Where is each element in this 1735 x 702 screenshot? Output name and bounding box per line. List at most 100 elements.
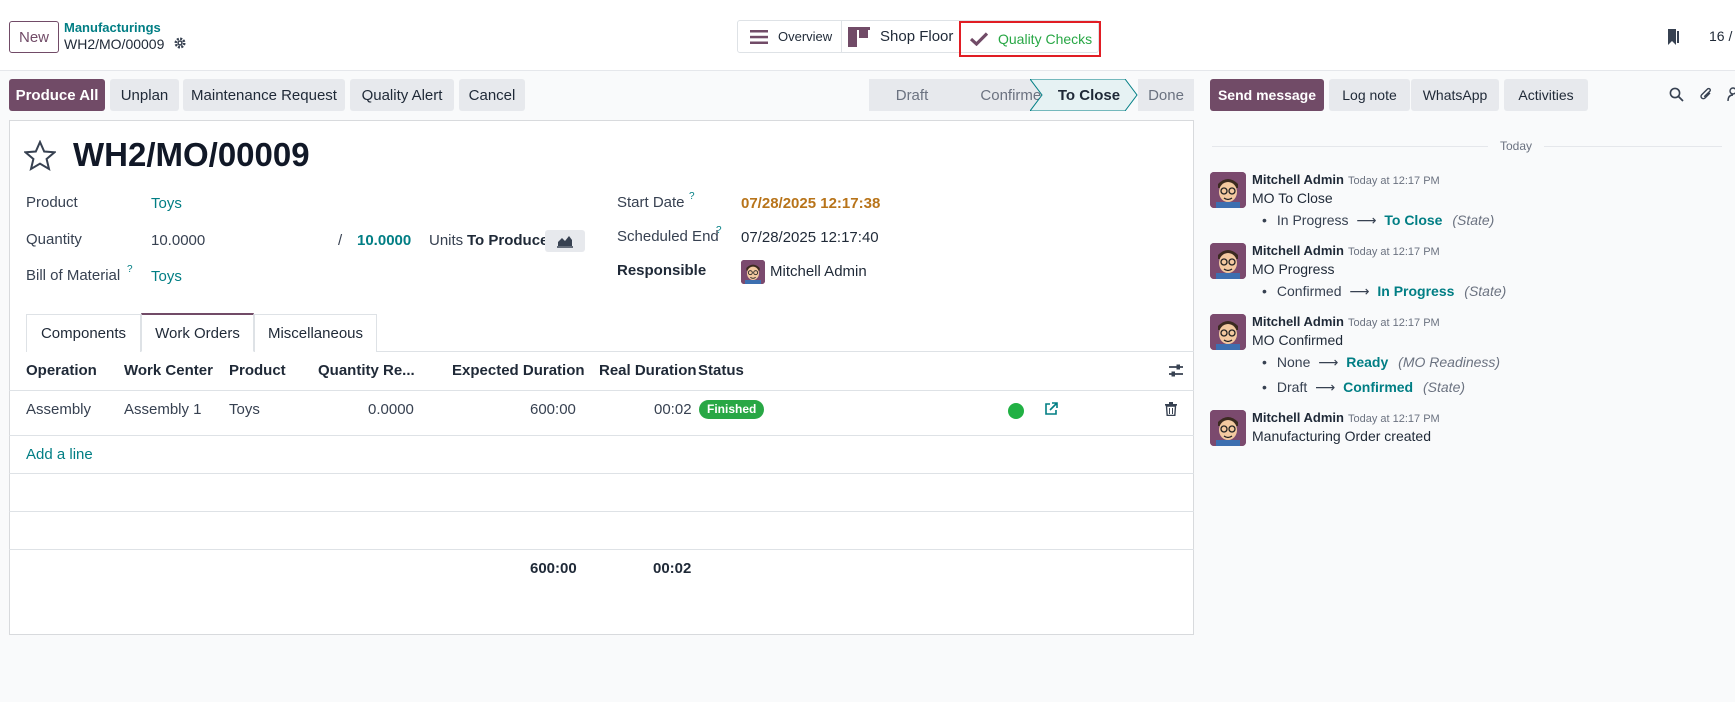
tab-miscellaneous[interactable]: Miscellaneous [254,314,377,352]
avatar[interactable] [1210,243,1246,279]
kanban-icon [848,26,870,47]
user-icon[interactable] [1727,87,1735,102]
bom-value[interactable]: Toys [151,268,182,285]
avatar[interactable] [1210,172,1246,208]
col-status[interactable]: Status [698,362,744,379]
quality-checks-button[interactable]: Quality Checks [959,21,1101,57]
scheduled-end-help[interactable]: ? [716,225,722,236]
new-value: Ready [1346,354,1389,370]
message-author[interactable]: Mitchell Admin [1252,314,1344,329]
bom-label: Bill of Material [26,267,121,284]
col-quantity[interactable]: Quantity Re... [318,362,415,379]
status-draft[interactable]: Draft [869,79,955,111]
quantity-to-produce: 10.0000 [357,232,412,249]
trash-icon[interactable] [1165,402,1177,417]
send-message-button[interactable]: Send message [1210,79,1324,111]
product-label: Product [26,194,78,211]
row-divider [9,511,1194,512]
arrow-icon: ⟶ [1315,379,1336,395]
add-line-link[interactable]: Add a line [26,446,93,463]
cancel-button[interactable]: Cancel [459,79,525,111]
old-value: In Progress [1276,212,1349,228]
avatar[interactable] [1210,410,1246,446]
tracking-value: • Draft ⟶ Confirmed (State) [1262,379,1466,395]
external-link-icon[interactable] [1044,402,1058,416]
message-author[interactable]: Mitchell Admin [1252,410,1344,425]
overview-button[interactable]: Overview [738,21,840,52]
tracking-value: • Confirmed ⟶ In Progress (State) [1262,283,1507,299]
row-work-center: Assembly 1 [124,401,202,418]
message-author[interactable]: Mitchell Admin [1252,172,1344,187]
message-time: Today at 12:17 PM [1347,413,1440,425]
scheduled-end-value[interactable]: 07/28/2025 12:17:40 [741,229,879,246]
scheduled-end-label: Scheduled End [617,228,719,245]
tab-components-label: Components [40,325,127,342]
old-value: Confirmed [1276,283,1342,299]
avatar [741,260,765,284]
field-name: (State) [1452,212,1495,228]
new-value: To Close [1384,212,1443,228]
quality-alert-button[interactable]: Quality Alert [350,79,454,111]
responsible-label: Responsible [617,262,707,279]
product-value[interactable]: Toys [151,195,182,212]
produce-all-button[interactable]: Produce All [9,79,105,111]
new-value: Confirmed [1343,379,1414,395]
message-header: Mitchell Admin Today at 12:17 PM [1252,409,1440,425]
status-to-close[interactable]: To Close [1044,79,1134,111]
col-expected-duration[interactable]: Expected Duration [452,362,585,379]
tab-work-orders[interactable]: Work Orders [141,313,254,352]
breadcrumb-parent[interactable]: Manufacturings [64,20,161,35]
paperclip-icon[interactable] [1699,86,1713,103]
start-date-help[interactable]: ? [689,191,695,202]
new-value: In Progress [1377,283,1455,299]
col-product[interactable]: Product [229,362,286,379]
area-chart-icon [557,234,573,248]
pager-value[interactable]: 16 / [1709,28,1732,44]
old-value: None [1276,354,1311,370]
forecast-chart-button[interactable] [545,230,585,252]
col-operation[interactable]: Operation [26,362,97,379]
unplan-button[interactable]: Unplan [110,79,179,111]
tab-work-orders-label: Work Orders [155,324,240,342]
quality-checks-label: Quality Checks [998,31,1093,47]
whatsapp-button[interactable]: WhatsApp [1411,79,1499,111]
search-icon[interactable] [1669,87,1684,102]
quantity-input[interactable]: 10.0000 [151,232,205,249]
message-time: Today at 12:17 PM [1347,175,1440,187]
check-icon [969,32,989,47]
gear-icon[interactable] [173,36,187,50]
quantity-label: Quantity [26,231,82,248]
message-header: Mitchell Admin Today at 12:17 PM [1252,242,1440,258]
optional-columns-icon[interactable] [1168,363,1184,379]
col-work-center[interactable]: Work Center [124,362,213,379]
arrow-icon: ⟶ [1349,283,1370,299]
message-author[interactable]: Mitchell Admin [1252,243,1344,258]
status-done[interactable]: Done [1138,79,1194,111]
breadcrumb-current: WH2/MO/00009 [64,36,165,52]
message-time: Today at 12:17 PM [1347,317,1440,329]
shop-floor-button[interactable]: Shop Floor [842,21,959,52]
arrow-icon: ⟶ [1356,212,1377,228]
total-expected-duration: 600:00 [530,560,577,577]
col-real-duration[interactable]: Real Duration [599,362,697,379]
maintenance-request-button[interactable]: Maintenance Request [183,79,345,111]
old-value: Draft [1276,379,1308,395]
new-button[interactable]: New [9,21,59,53]
bookmark-icon[interactable] [1666,28,1680,46]
start-date-value[interactable]: 07/28/2025 12:17:38 [741,195,880,212]
tab-components[interactable]: Components [26,314,141,352]
avatar[interactable] [1210,314,1246,350]
message-body: Manufacturing Order created [1252,428,1431,444]
message-header: Mitchell Admin Today at 12:17 PM [1252,171,1440,187]
units-label: Units [429,232,464,249]
status-badge: Finished [699,400,765,419]
hamburger-icon [750,29,768,44]
bom-help[interactable]: ? [127,264,133,275]
row-real-duration: 00:02 [654,401,692,418]
star-icon[interactable] [23,139,57,172]
responsible-value[interactable]: Mitchell Admin [770,263,867,280]
row-expected-duration: 600:00 [530,401,576,418]
to-produce-label: To Produce [467,232,549,249]
activities-button[interactable]: Activities [1504,79,1588,111]
log-note-button[interactable]: Log note [1329,79,1410,111]
